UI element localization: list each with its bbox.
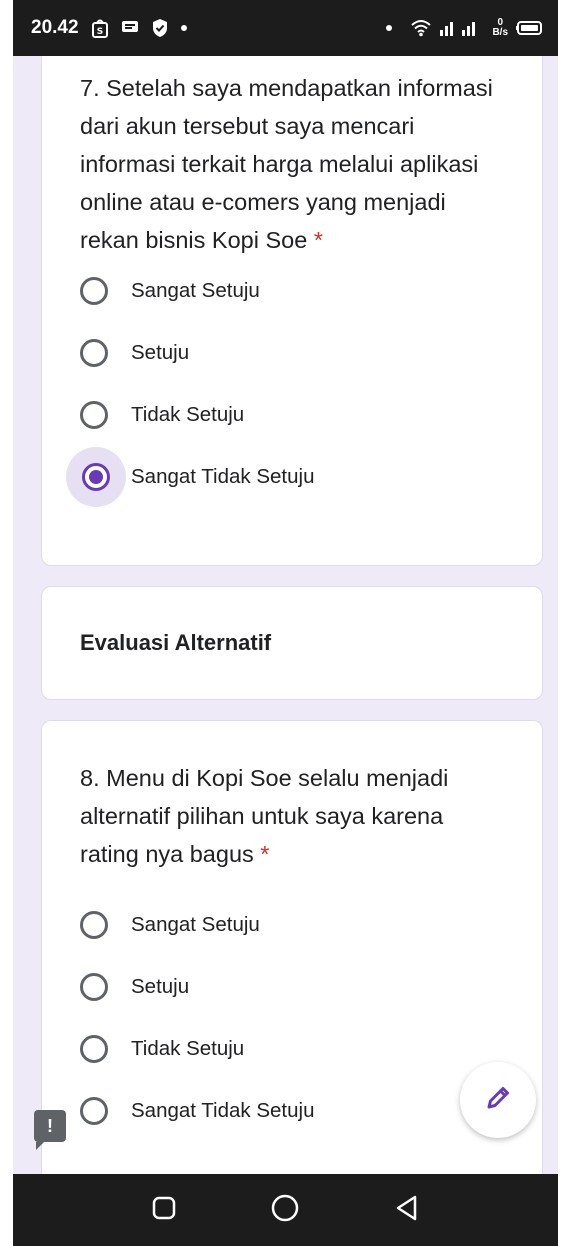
svg-text:S: S	[96, 27, 102, 37]
question-7-card: 7. Setelah saya mendapatkan informasi da…	[41, 56, 543, 566]
radio-unchecked[interactable]	[80, 277, 108, 305]
feedback-symbol: !	[47, 1115, 53, 1136]
edit-fab-button[interactable]	[460, 1062, 536, 1138]
navigation-bar	[13, 1174, 558, 1246]
section-title: Evaluasi Alternatif	[80, 630, 272, 655]
q8-option-tidak-setuju[interactable]: Tidak Setuju	[42, 1019, 542, 1079]
option-label: Tidak Setuju	[131, 403, 245, 426]
battery-icon	[516, 20, 544, 36]
status-bar: 20.42 S 0 B/s	[13, 0, 558, 56]
option-label: Sangat Setuju	[131, 279, 260, 302]
required-asterisk: *	[313, 227, 323, 253]
signal-icon	[440, 20, 484, 36]
radio-checked[interactable]	[82, 463, 110, 491]
wifi-icon	[410, 19, 432, 37]
status-time: 20.42	[31, 17, 79, 38]
q8-option-setuju[interactable]: Setuju	[42, 957, 542, 1017]
message-icon	[121, 20, 139, 36]
notification-dot	[180, 25, 187, 31]
section-header-card: Evaluasi Alternatif	[41, 586, 543, 700]
option-label: Sangat Tidak Setuju	[131, 465, 315, 488]
option-label: Sangat Tidak Setuju	[131, 1099, 315, 1122]
radio-unchecked[interactable]	[80, 1035, 108, 1063]
shopee-icon: S	[91, 18, 109, 38]
radio-unchecked[interactable]	[80, 973, 108, 1001]
radio-unchecked[interactable]	[80, 1097, 108, 1125]
question-7-text: 7. Setelah saya mendapatkan informasi da…	[80, 75, 493, 253]
radio-focus-ripple	[66, 447, 126, 507]
q7-option-tidak-setuju[interactable]: Tidak Setuju	[42, 385, 542, 445]
q7-option-sangat-setuju[interactable]: Sangat Setuju	[42, 261, 542, 321]
status-dot	[386, 25, 393, 31]
required-asterisk: *	[260, 841, 270, 867]
radio-unchecked[interactable]	[80, 911, 108, 939]
recents-button[interactable]	[140, 1186, 188, 1234]
net-speed: 0 B/s	[492, 18, 508, 38]
option-label: Sangat Setuju	[131, 913, 260, 936]
shield-icon	[151, 18, 169, 38]
feedback-icon[interactable]: !	[34, 1110, 66, 1150]
radio-unchecked[interactable]	[80, 401, 108, 429]
option-label: Setuju	[131, 341, 190, 364]
form-viewport[interactable]: 7. Setelah saya mendapatkan informasi da…	[13, 56, 558, 1174]
back-button[interactable]	[383, 1186, 431, 1234]
edit-pencil-icon	[483, 1083, 513, 1118]
home-button[interactable]	[261, 1186, 309, 1234]
home-icon	[270, 1193, 300, 1228]
option-label: Setuju	[131, 975, 190, 998]
q8-option-sangat-setuju[interactable]: Sangat Setuju	[42, 895, 542, 955]
q7-option-sangat-tidak-setuju[interactable]: Sangat Tidak Setuju	[42, 447, 542, 507]
back-icon	[394, 1194, 420, 1227]
recents-icon	[151, 1195, 177, 1226]
q7-option-setuju[interactable]: Setuju	[42, 323, 542, 383]
net-speed-unit: B/s	[492, 27, 508, 38]
question-8-title: 8. Menu di Kopi Soe selalu menjadi alter…	[80, 759, 508, 873]
question-7-title: 7. Setelah saya mendapatkan informasi da…	[80, 69, 508, 259]
option-label: Tidak Setuju	[131, 1037, 245, 1060]
radio-unchecked[interactable]	[80, 339, 108, 367]
